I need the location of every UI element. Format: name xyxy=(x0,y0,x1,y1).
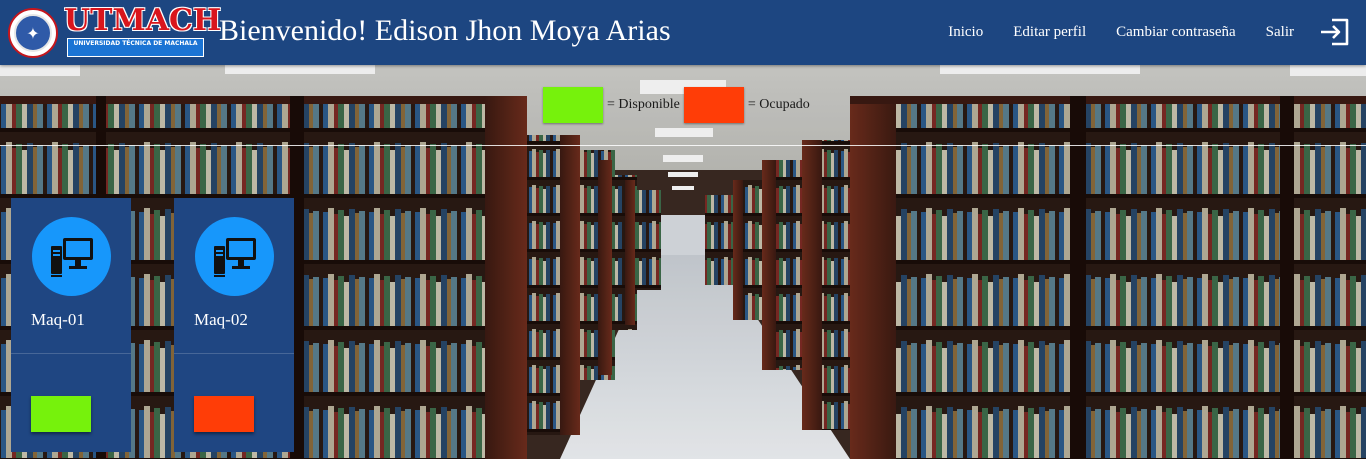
machine-card-maq-02[interactable]: Maq-02 xyxy=(174,198,294,452)
card-divider xyxy=(174,353,294,354)
machine-name: Maq-01 xyxy=(31,310,85,329)
legend-available-label: = Disponible xyxy=(607,97,680,112)
machine-status-indicator xyxy=(194,396,254,432)
logo-subtitle: UNIVERSIDAD TÉCNICA DE MACHALA xyxy=(67,38,204,57)
welcome-title: Bienvenido! Edison Jhon Moya Arias xyxy=(219,14,671,47)
sign-out-icon[interactable] xyxy=(1320,18,1350,46)
legend-occupied-label: = Ocupado xyxy=(747,97,810,112)
nav-links: Inicio Editar perfil Cambiar contraseña … xyxy=(948,24,1294,41)
utmach-logo[interactable]: UTMACH UNIVERSIDAD TÉCNICA DE MACHALA xyxy=(64,3,222,58)
nav-link-editar-perfil[interactable]: Editar perfil xyxy=(1013,24,1086,41)
desktop-computer-icon[interactable] xyxy=(32,217,111,296)
seal-emblem-icon: ✦ xyxy=(14,14,52,52)
nav-link-salir[interactable]: Salir xyxy=(1266,24,1294,41)
machine-name: Maq-02 xyxy=(194,310,248,329)
divider-line xyxy=(0,145,1366,146)
legend-available-swatch xyxy=(543,87,603,123)
university-seal-logo: ✦ xyxy=(8,8,58,58)
nav-link-inicio[interactable]: Inicio xyxy=(948,24,983,41)
status-legend: = Disponible = Ocupado xyxy=(543,87,810,123)
card-divider xyxy=(11,353,131,354)
nav-link-cambiar-contrasena[interactable]: Cambiar contraseña xyxy=(1116,24,1236,41)
desktop-computer-icon[interactable] xyxy=(195,217,274,296)
top-navbar: ✦ UTMACH UNIVERSIDAD TÉCNICA DE MACHALA … xyxy=(0,0,1366,65)
logo-text: UTMACH xyxy=(64,3,222,38)
machine-card-maq-01[interactable]: Maq-01 xyxy=(11,198,131,452)
legend-occupied-swatch xyxy=(683,87,744,123)
machine-status-indicator xyxy=(31,396,91,432)
